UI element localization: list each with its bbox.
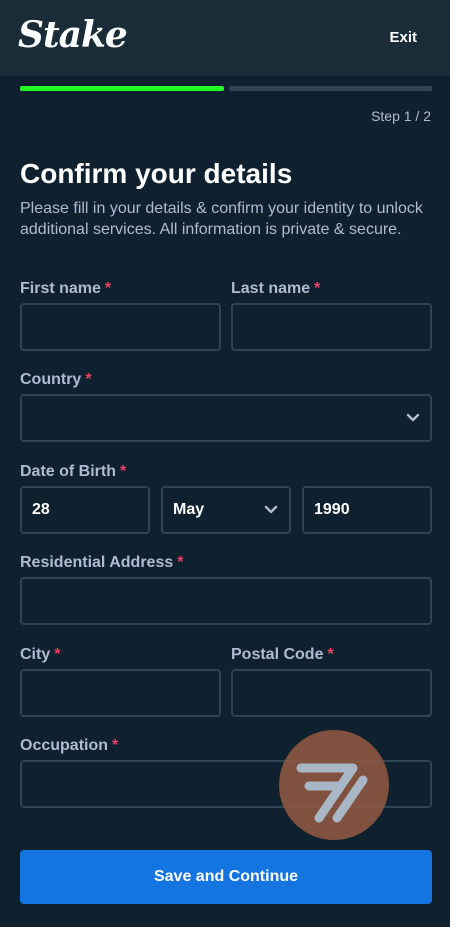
chevron-down-icon [264,505,278,514]
progress-segment-remaining [229,86,432,91]
page-title: Confirm your details [20,158,293,189]
last-name-label: Last name * [231,280,320,298]
stake-logo[interactable]: Stake [18,14,128,56]
step-indicator: Step 1 / 2 [371,108,431,124]
dob-month-select[interactable]: May [161,486,291,534]
required-marker: * [120,463,127,480]
required-marker: * [85,371,92,388]
last-name-label-text: Last name [231,280,311,297]
chevron-down-icon [406,413,420,422]
floating-overlay-badge[interactable] [279,730,389,840]
occupation-label: Occupation * [20,737,118,755]
dob-day-value: 28 [32,501,50,518]
top-header: Stake Exit [0,0,450,76]
city-label-text: City [20,646,51,663]
required-marker: * [104,280,112,297]
progress-segment-complete [20,86,224,91]
postal-code-label-text: Postal Code [231,646,324,663]
save-and-continue-button[interactable]: Save and Continue [20,850,432,904]
step-progress-bar [20,86,432,91]
dob-label: Date of Birth * [20,463,126,481]
first-name-label-text: First name [20,280,101,297]
first-name-input[interactable] [20,303,221,351]
dob-year-value: 1990 [314,501,350,518]
city-label: City * [20,646,60,664]
country-select[interactable] [20,394,432,442]
required-marker: * [314,280,321,297]
required-marker: * [54,646,61,663]
address-label: Residential Address * [20,554,183,572]
residential-address-input[interactable] [20,577,432,625]
postal-code-input[interactable] [231,669,432,717]
city-input[interactable] [20,669,221,717]
first-name-label: First name * [20,280,111,298]
occupation-label-text: Occupation [20,737,109,754]
country-label-text: Country [20,371,82,388]
dob-label-text: Date of Birth [20,463,116,480]
required-marker: * [327,646,334,663]
country-label: Country * [20,371,92,389]
last-name-input[interactable] [231,303,432,351]
page-description: Please fill in your details & confirm yo… [20,200,423,238]
exit-button[interactable]: Exit [389,29,417,46]
address-label-text: Residential Address [20,554,174,571]
dob-month-value: May [173,501,205,518]
required-marker: * [177,554,184,571]
required-marker: * [112,737,119,754]
dob-year-input[interactable]: 1990 [302,486,432,534]
dob-day-input[interactable]: 28 [20,486,150,534]
postal-code-label: Postal Code * [231,646,334,664]
arrow-logo-icon [296,763,368,823]
